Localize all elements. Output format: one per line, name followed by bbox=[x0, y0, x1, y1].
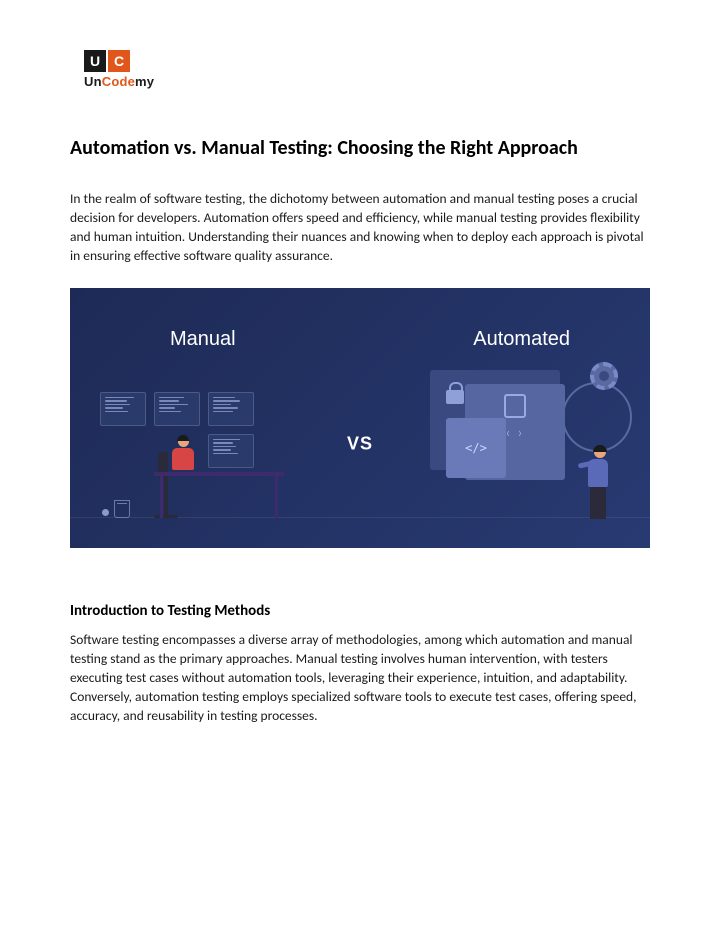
logo-part-my: my bbox=[135, 74, 154, 89]
section-heading-introduction: Introduction to Testing Methods bbox=[70, 602, 650, 620]
intro-paragraph: In the realm of software testing, the di… bbox=[70, 189, 650, 266]
code-screen-icon bbox=[100, 392, 146, 426]
code-panel-icon bbox=[446, 418, 506, 478]
hero-label-manual: Manual bbox=[170, 328, 236, 351]
logo-tiles: U C bbox=[84, 50, 130, 72]
code-screen-icon bbox=[208, 434, 254, 468]
person-seated-icon bbox=[170, 436, 196, 476]
logo-tile-u: U bbox=[84, 50, 106, 72]
section-body-introduction: Software testing encompasses a diverse a… bbox=[70, 630, 650, 726]
logo-wordmark: UnCodemy bbox=[84, 74, 650, 89]
person-standing-icon bbox=[588, 446, 616, 520]
paper-ball-icon bbox=[102, 509, 109, 516]
ring-icon bbox=[562, 382, 632, 452]
automated-scene bbox=[410, 350, 620, 520]
code-screen-icon bbox=[154, 392, 200, 426]
gear-icon bbox=[590, 362, 618, 390]
hero-illustration: Manual Automated VS bbox=[70, 288, 650, 548]
page-title: Automation vs. Manual Testing: Choosing … bbox=[70, 135, 650, 161]
logo-tile-c: C bbox=[108, 50, 130, 72]
hero-label-automated: Automated bbox=[473, 328, 570, 351]
trash-bin-icon bbox=[114, 500, 130, 518]
lock-icon bbox=[446, 390, 464, 404]
hero-vs-label: VS bbox=[347, 433, 373, 454]
logo-part-code: Code bbox=[102, 74, 135, 89]
logo-part-un: Un bbox=[84, 74, 102, 89]
code-screen-icon bbox=[208, 392, 254, 426]
brand-logo: U C UnCodemy bbox=[84, 50, 650, 89]
desk-icon bbox=[154, 472, 284, 518]
